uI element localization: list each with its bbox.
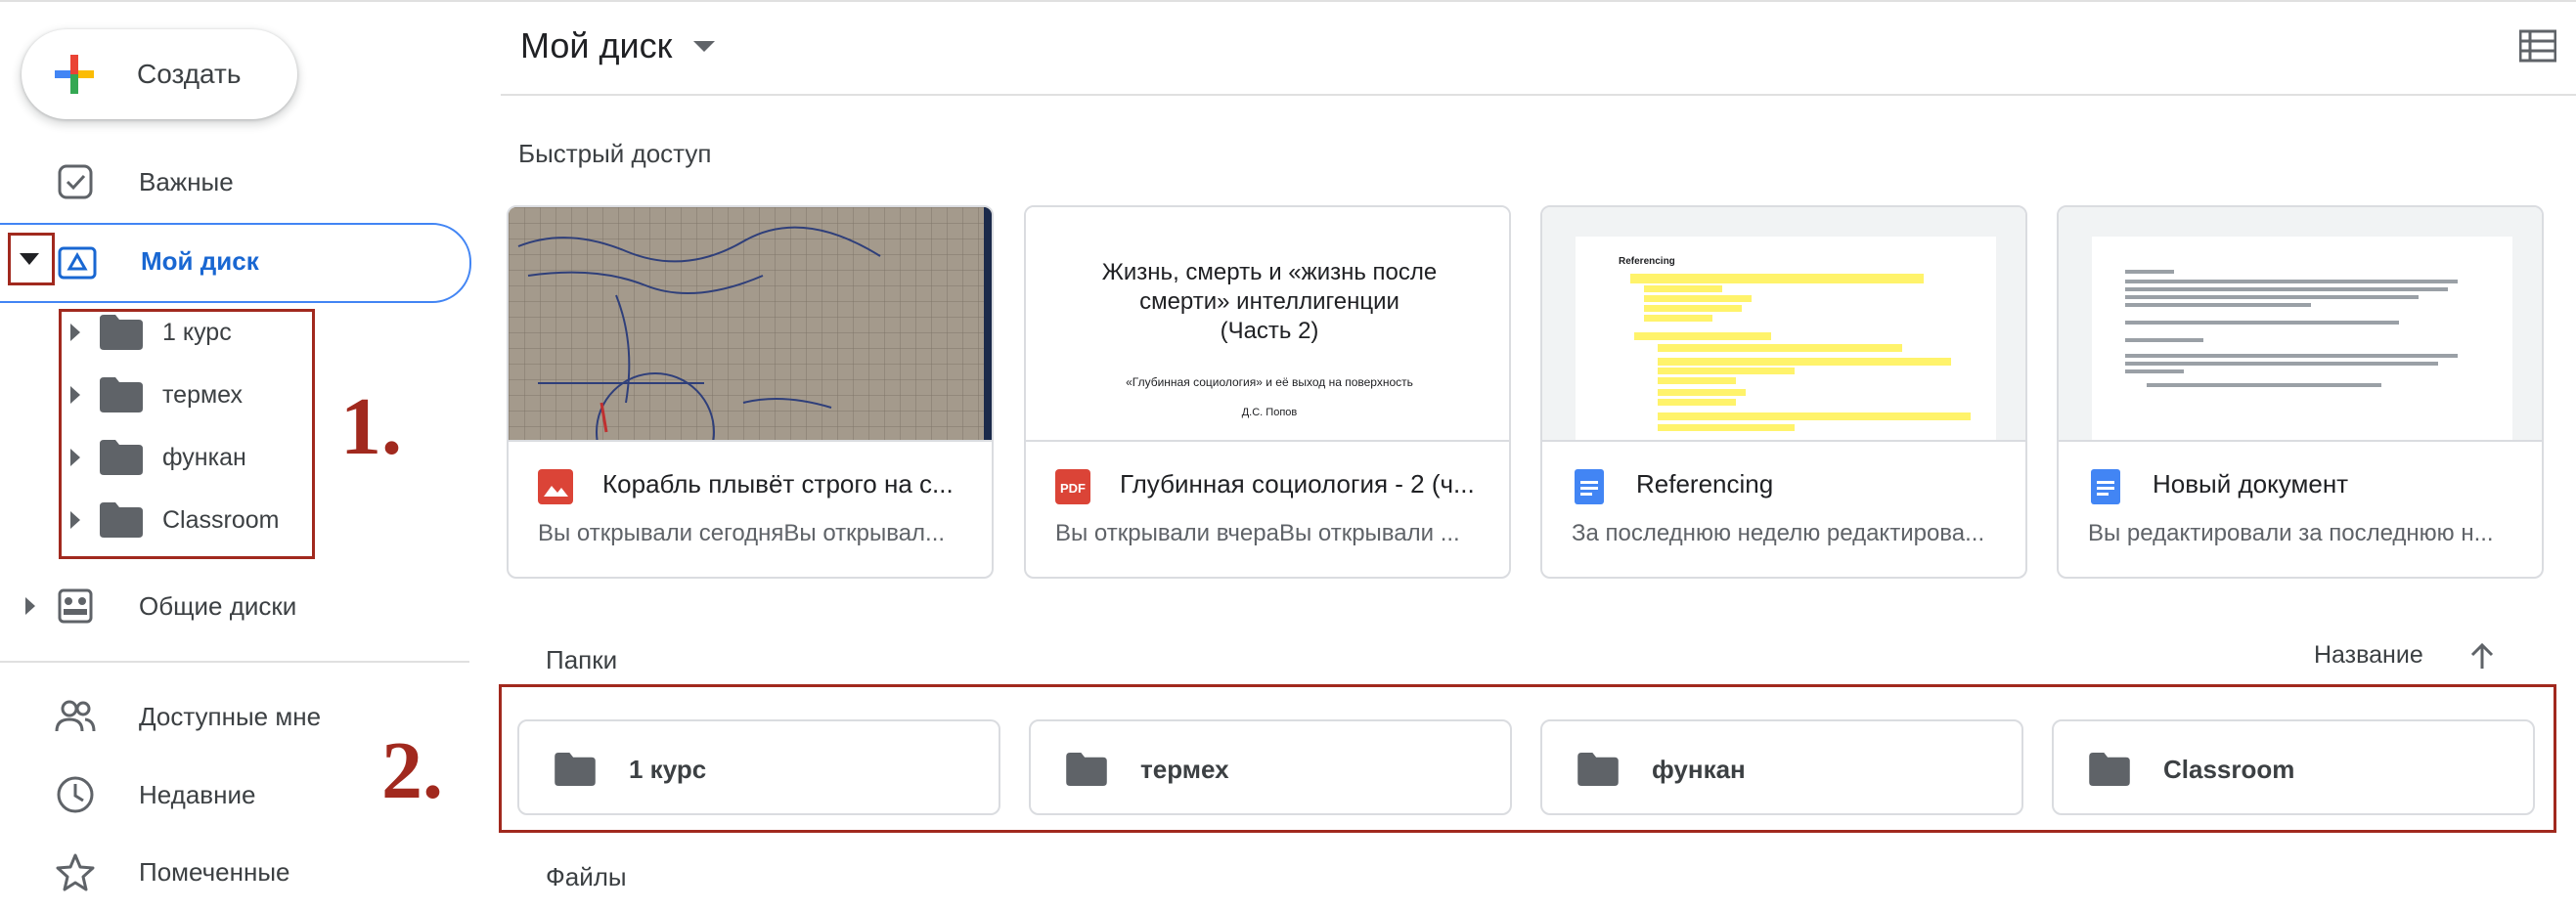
sidebar-item-label: Доступные мне (139, 701, 322, 731)
quick-access-card[interactable]: Жизнь, смерть и «жизнь после смерти» инт… (1024, 205, 1511, 579)
tree-item-label: термех (162, 380, 244, 409)
caret-right-icon (25, 597, 35, 615)
doc-preview-title: Referencing (1619, 256, 1675, 267)
top-border (0, 0, 2576, 2)
tree-item-label: 1 курс (162, 318, 232, 346)
image-file-icon (538, 469, 573, 504)
clock-icon (55, 774, 96, 815)
sort-by-name-button[interactable]: Название (2314, 641, 2423, 670)
tree-item-folder[interactable]: Classroom (59, 491, 313, 549)
folder-card[interactable]: термех (1029, 719, 1512, 815)
shared-drives-icon (55, 586, 96, 627)
card-activity: Вы открывали вчераВы открывали ... (1055, 520, 1460, 546)
files-title: Файлы (546, 862, 627, 891)
annotation-number-2: 2. (381, 725, 443, 816)
pdf-preview-part: (Часть 2) (1220, 318, 1319, 344)
folder-icon (1577, 753, 1619, 786)
quick-access-card[interactable]: Корабль плывёт строго на с... Вы открыва… (507, 205, 994, 579)
caret-down-icon (20, 253, 39, 265)
people-icon (55, 696, 96, 737)
plus-icon (55, 55, 94, 94)
list-view-icon[interactable] (2519, 29, 2556, 63)
sidebar-item-label: Помеченные (139, 856, 290, 887)
folder-icon (100, 377, 143, 412)
caret-right-icon (70, 324, 80, 341)
sidebar-item-my-drive[interactable]: Мой диск (0, 223, 471, 303)
folder-card[interactable]: 1 курс (517, 719, 1000, 815)
caret-down-icon (693, 40, 716, 52)
pdf-preview-subtitle: «Глубинная социология» и её выход на пов… (1126, 375, 1413, 389)
doc-preview-lines (2125, 270, 2458, 387)
folder-name: функан (1652, 755, 1746, 784)
create-button[interactable]: Создать (22, 29, 297, 119)
folder-card[interactable]: функан (1540, 719, 2023, 815)
document-preview: Referencing (1542, 207, 2025, 442)
quick-access-card[interactable]: Новый документ Вы редактировали за после… (2057, 205, 2544, 579)
tree-item-label: Classroom (162, 505, 280, 534)
folders-title: Папки (546, 645, 618, 674)
folder-name: 1 курс (629, 755, 707, 784)
my-drive-icon (58, 246, 97, 280)
document-preview (2059, 207, 2542, 442)
expand-arrow-my-drive[interactable] (20, 250, 39, 270)
docs-file-icon (2091, 469, 2120, 504)
folder-icon (100, 440, 143, 475)
sidebar-item-important[interactable]: Важные (0, 143, 469, 221)
folder-card[interactable]: Classroom (2052, 719, 2535, 815)
tree-item-label: функан (162, 443, 246, 471)
pdf-file-icon: PDF (1055, 469, 1090, 504)
create-label: Создать (137, 59, 242, 89)
handwritten-notes-image (509, 207, 992, 440)
annotation-number-1: 1. (340, 381, 402, 472)
sidebar-item-label: Общие диски (139, 590, 297, 621)
card-file-name: Глубинная социология - 2 (ч... (1120, 469, 1475, 499)
card-file-name: Корабль плывёт строго на с... (602, 469, 954, 499)
caret-right-icon (70, 511, 80, 529)
folder-name: термех (1140, 755, 1229, 784)
sidebar-divider (0, 661, 469, 663)
caret-right-icon (70, 449, 80, 466)
card-activity: Вы редактировали за последнюю н... (2088, 520, 2494, 546)
folder-icon (100, 502, 143, 538)
folder-icon (1066, 753, 1107, 786)
header-divider (501, 94, 2576, 96)
pdf-preview-heading: Жизнь, смерть и «жизнь после смерти» инт… (1101, 259, 1438, 315)
important-check-icon (55, 161, 96, 202)
svg-text:PDF: PDF (1060, 481, 1086, 496)
sidebar-item-label: Недавние (139, 779, 256, 809)
folder-icon (555, 753, 596, 786)
folder-icon (100, 315, 143, 350)
star-icon (55, 851, 96, 892)
sidebar-item-shared-drives[interactable]: Общие диски (0, 567, 469, 645)
sidebar-item-starred[interactable]: Помеченные (0, 833, 469, 911)
page-title: Мой диск (520, 25, 673, 65)
card-activity: За последнюю неделю редактирова... (1572, 520, 1985, 546)
docs-file-icon (1575, 469, 1604, 504)
folder-name: Classroom (2163, 755, 2295, 784)
sidebar-item-label: Важные (139, 166, 234, 196)
caret-right-icon (70, 386, 80, 404)
sidebar-item-label: Мой диск (141, 246, 259, 276)
tree-item-folder[interactable]: функан (59, 428, 313, 487)
doc-preview-lines (1630, 274, 1971, 431)
page-title-dropdown[interactable]: Мой диск (520, 25, 716, 66)
quick-access-card[interactable]: Referencing Referencing За последнюю нед… (1540, 205, 2027, 579)
pdf-preview-author: Д.С. Попов (1241, 407, 1298, 418)
arrow-up-icon[interactable] (2468, 641, 2496, 671)
quick-access-title: Быстрый доступ (518, 139, 712, 168)
card-file-name: Новый документ (2153, 469, 2349, 499)
photo-thumbnail (509, 207, 992, 442)
tree-item-folder[interactable]: 1 курс (59, 303, 313, 362)
card-activity: Вы открывали сегодняВы открывал... (538, 520, 946, 546)
card-file-name: Referencing (1636, 469, 1774, 499)
folder-icon (2089, 753, 2130, 786)
pdf-preview: Жизнь, смерть и «жизнь после смерти» инт… (1026, 207, 1509, 442)
tree-item-folder[interactable]: термех (59, 366, 313, 424)
